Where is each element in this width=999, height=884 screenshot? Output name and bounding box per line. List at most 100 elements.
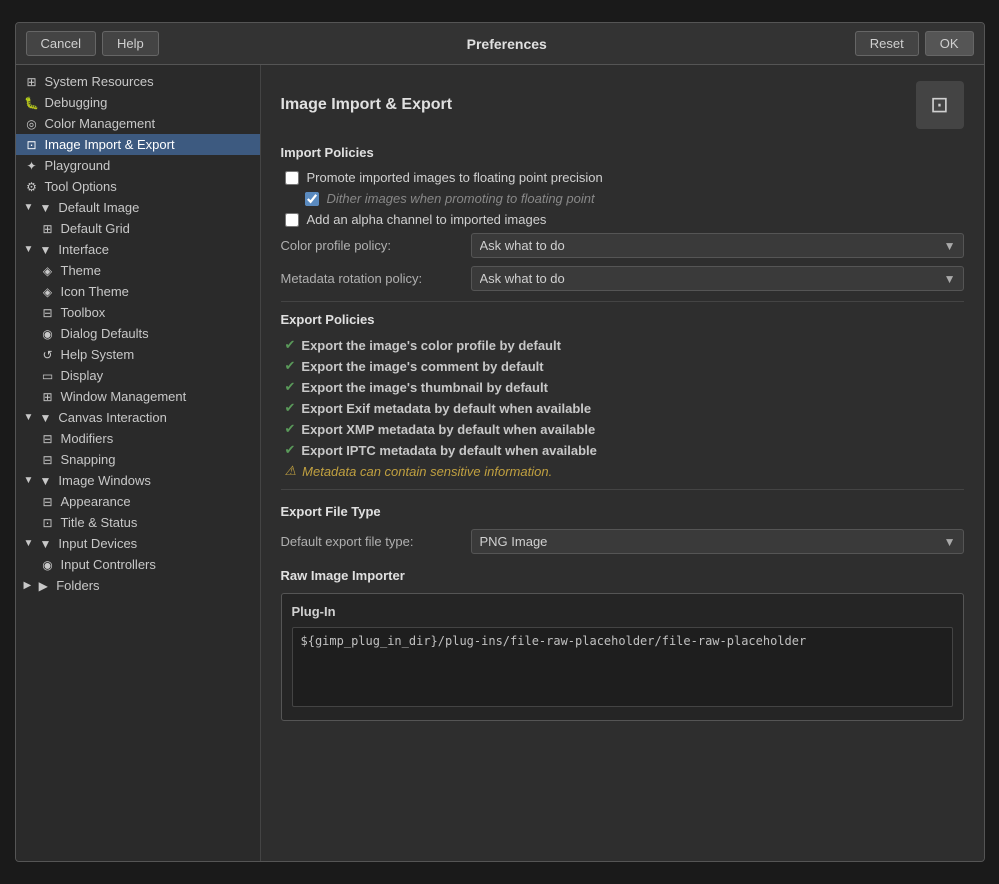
sidebar-label-color-management: Color Management [45,116,156,131]
sidebar-item-canvas-interaction[interactable]: ▼▼Canvas Interaction [16,407,260,428]
sidebar-item-icon-theme[interactable]: ◈Icon Theme [16,281,260,302]
nav-icon-debugging: 🐛 [24,96,40,110]
check-icon-3: ✔ [285,379,296,395]
check-icon-5: ✔ [285,421,296,437]
nav-icon-default-image: ▼ [37,201,53,215]
nav-icon-title-status: ⊡ [40,516,56,530]
main-icon: ⊡ [916,81,964,129]
sidebar-item-interface[interactable]: ▼▼Interface [16,239,260,260]
sidebar-label-window-management: Window Management [61,389,187,404]
export-xmp-row: ✔ Export XMP metadata by default when av… [281,421,964,437]
help-button[interactable]: Help [102,31,159,56]
nav-icon-icon-theme: ◈ [40,285,56,299]
sidebar-item-debugging[interactable]: 🐛Debugging [16,92,260,113]
sidebar-item-color-management[interactable]: ◎Color Management [16,113,260,134]
sidebar-item-input-devices[interactable]: ▼▼Input Devices [16,533,260,554]
sidebar-item-dialog-defaults[interactable]: ◉Dialog Defaults [16,323,260,344]
sidebar-label-input-controllers: Input Controllers [61,557,156,572]
nav-icon-canvas-interaction: ▼ [37,411,53,425]
arrow-icon-interface: ▼ [24,244,34,255]
window-title: Preferences [167,36,847,52]
arrow-icon-input-devices: ▼ [24,538,34,549]
sidebar-label-snapping: Snapping [61,452,116,467]
import-policies-title: Import Policies [281,145,964,160]
nav-icon-default-grid: ⊞ [40,222,56,236]
check-icon-4: ✔ [285,400,296,416]
main-title: Image Import & Export [281,96,453,114]
sidebar-item-tool-options[interactable]: ⚙Tool Options [16,176,260,197]
metadata-rotation-label: Metadata rotation policy: [281,271,461,286]
preferences-window: Cancel Help Preferences Reset OK ⊞System… [15,22,985,862]
sidebar-item-default-grid[interactable]: ⊞Default Grid [16,218,260,239]
dither-checkbox[interactable] [305,192,319,206]
sidebar-item-folders[interactable]: ▶▶Folders [16,575,260,596]
export-color-profile-row: ✔ Export the image's color profile by de… [281,337,964,353]
arrow-icon-default-image: ▼ [24,202,34,213]
nav-icon-display: ▭ [40,369,56,383]
export-policies-title: Export Policies [281,312,964,327]
nav-icon-playground: ✦ [24,159,40,173]
check-icon-2: ✔ [285,358,296,374]
metadata-warning-text: Metadata can contain sensitive informati… [302,464,552,479]
arrow-icon-folders: ▶ [24,580,32,591]
sidebar-item-title-status[interactable]: ⊡Title & Status [16,512,260,533]
content-area: ⊞System Resources🐛Debugging◎Color Manage… [16,65,984,861]
raw-importer-section: Raw Image Importer Plug-In [281,568,964,721]
color-profile-label: Color profile policy: [281,238,461,253]
reset-button[interactable]: Reset [855,31,919,56]
sidebar-item-toolbox[interactable]: ⊟Toolbox [16,302,260,323]
plugin-path-input[interactable] [292,627,953,707]
titlebar-left-buttons: Cancel Help [26,31,159,56]
sidebar-item-window-management[interactable]: ⊞Window Management [16,386,260,407]
sidebar-item-input-controllers[interactable]: ◉Input Controllers [16,554,260,575]
nav-icon-image-windows: ▼ [37,474,53,488]
sidebar-item-help-system[interactable]: ↺Help System [16,344,260,365]
nav-icon-theme: ◈ [40,264,56,278]
nav-icon-system-resources: ⊞ [24,75,40,89]
promote-check-row: Promote imported images to floating poin… [281,170,964,185]
sidebar-item-display[interactable]: ▭Display [16,365,260,386]
cancel-button[interactable]: Cancel [26,31,96,56]
sidebar-item-modifiers[interactable]: ⊟Modifiers [16,428,260,449]
sidebar-label-appearance: Appearance [61,494,131,509]
file-type-label: Default export file type: [281,534,461,549]
alpha-checkbox[interactable] [285,213,299,227]
export-iptc-label: Export IPTC metadata by default when ava… [301,443,596,458]
sidebar-item-theme[interactable]: ◈Theme [16,260,260,281]
promote-checkbox[interactable] [285,171,299,185]
nav-icon-appearance: ⊟ [40,495,56,509]
import-policies-section: Import Policies Promote imported images … [281,145,964,291]
sidebar-item-playground[interactable]: ✦Playground [16,155,260,176]
sidebar-item-system-resources[interactable]: ⊞System Resources [16,71,260,92]
file-type-row: Default export file type: PNG Image JPEG… [281,529,964,554]
sidebar-item-image-windows[interactable]: ▼▼Image Windows [16,470,260,491]
titlebar: Cancel Help Preferences Reset OK [16,23,984,65]
export-color-profile-label: Export the image's color profile by defa… [301,338,561,353]
nav-icon-help-system: ↺ [40,348,56,362]
sidebar-item-image-import-export[interactable]: ⊡Image Import & Export [16,134,260,155]
check-icon-6: ✔ [285,442,296,458]
export-xmp-label: Export XMP metadata by default when avai… [301,422,595,437]
sidebar-item-default-image[interactable]: ▼▼ Default Image [16,197,260,218]
sidebar-item-appearance[interactable]: ⊟ Appearance [16,491,260,512]
nav-icon-dialog-defaults: ◉ [40,327,56,341]
ok-button[interactable]: OK [925,31,974,56]
raw-importer-title: Raw Image Importer [281,568,964,583]
sidebar-item-snapping[interactable]: ⊟Snapping [16,449,260,470]
nav-icon-toolbox: ⊟ [40,306,56,320]
export-exif-row: ✔ Export Exif metadata by default when a… [281,400,964,416]
sidebar-label-input-devices: Input Devices [58,536,137,551]
alpha-label: Add an alpha channel to imported images [307,212,547,227]
nav-icon-image-import-export: ⊡ [24,138,40,152]
file-type-select-wrap: PNG Image JPEG Image TIFF Image BMP Imag… [471,529,964,554]
sidebar: ⊞System Resources🐛Debugging◎Color Manage… [16,65,261,861]
file-type-select[interactable]: PNG Image JPEG Image TIFF Image BMP Imag… [471,529,964,554]
color-profile-select[interactable]: Ask what to do Keep embedded profile Con… [471,233,964,258]
arrow-icon-image-windows: ▼ [24,475,34,486]
alpha-check-row: Add an alpha channel to imported images [281,212,964,227]
main-panel: Image Import & Export ⊡ Import Policies … [261,65,984,861]
color-profile-row: Color profile policy: Ask what to do Kee… [281,233,964,258]
nav-icon-tool-options: ⚙ [24,180,40,194]
metadata-rotation-select[interactable]: Ask what to do Rotate automatically Neve… [471,266,964,291]
sidebar-label-default-image: Default Image [58,200,139,215]
